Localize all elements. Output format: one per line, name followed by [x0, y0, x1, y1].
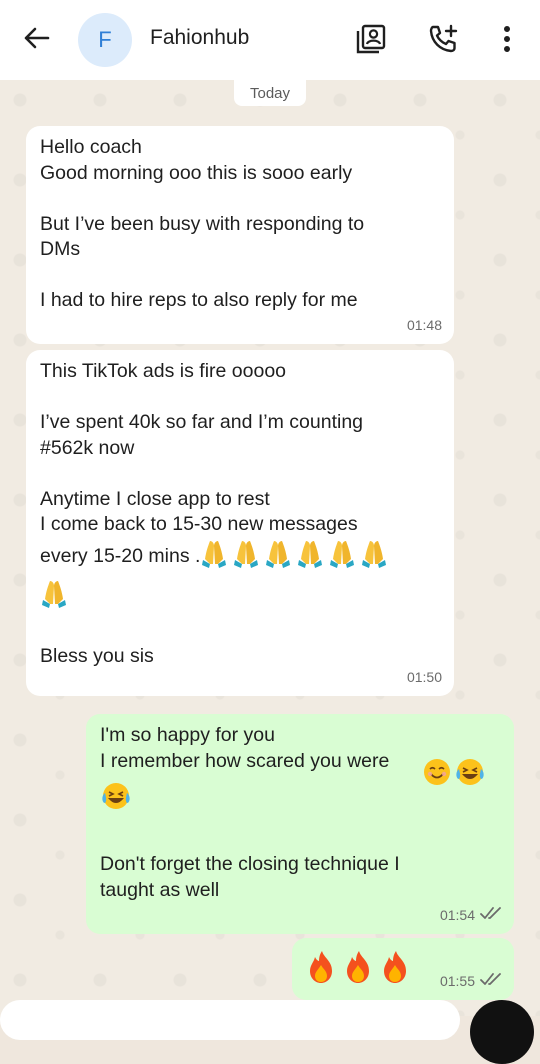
more-vert-icon[interactable] — [490, 22, 524, 56]
message-time: 01:54 — [440, 903, 502, 929]
message-time: 01:50 — [407, 665, 442, 691]
chat-header: F Fahionhub — [0, 0, 540, 80]
message-bubble-incoming[interactable]: Hello coach Good morning ooo this is soo… — [26, 126, 454, 344]
timestamp: 01:55 — [439, 972, 475, 989]
message-text: Don't forget the closing technique I tau… — [100, 853, 400, 901]
date-separator: Today — [234, 80, 306, 106]
smiling-face-icon — [422, 757, 486, 795]
message-text: Bless you sis — [40, 644, 154, 667]
folded-hands-icon — [200, 538, 400, 576]
message-time: 01:48 — [407, 313, 442, 339]
back-arrow-icon[interactable] — [18, 20, 54, 56]
message-bubble-outgoing[interactable]: 01:55 — [292, 938, 514, 1000]
message-text: every 15-20 mins . — [40, 544, 201, 567]
folded-hands-icon — [40, 578, 440, 608]
message-text: Hello coach Good morning ooo this is soo… — [40, 136, 365, 311]
timestamp: 01:50 — [406, 668, 442, 685]
double-check-icon — [480, 903, 502, 929]
message-bubble-incoming[interactable]: This TikTok ads is fire ooooo I’ve spent… — [26, 350, 454, 696]
contact-name[interactable]: Fahionhub — [150, 26, 249, 50]
timestamp: 01:48 — [406, 316, 442, 333]
avatar[interactable]: F — [78, 13, 132, 67]
double-check-icon — [480, 969, 502, 995]
message-text: This TikTok ads is fire ooooo I’ve spent… — [40, 360, 364, 535]
message-line: every 15-20 mins . — [40, 540, 440, 572]
add-call-icon[interactable] — [426, 22, 460, 56]
contact-card-icon[interactable] — [354, 22, 388, 56]
message-input[interactable] — [0, 1000, 460, 1040]
message-time: 01:55 — [440, 969, 502, 995]
message-line: I'm so happy for you I remember how scar… — [100, 723, 500, 785]
message-bubble-outgoing[interactable]: I'm so happy for you I remember how scar… — [86, 714, 514, 934]
mic-button[interactable] — [470, 1000, 534, 1064]
timestamp: 01:54 — [439, 906, 475, 923]
